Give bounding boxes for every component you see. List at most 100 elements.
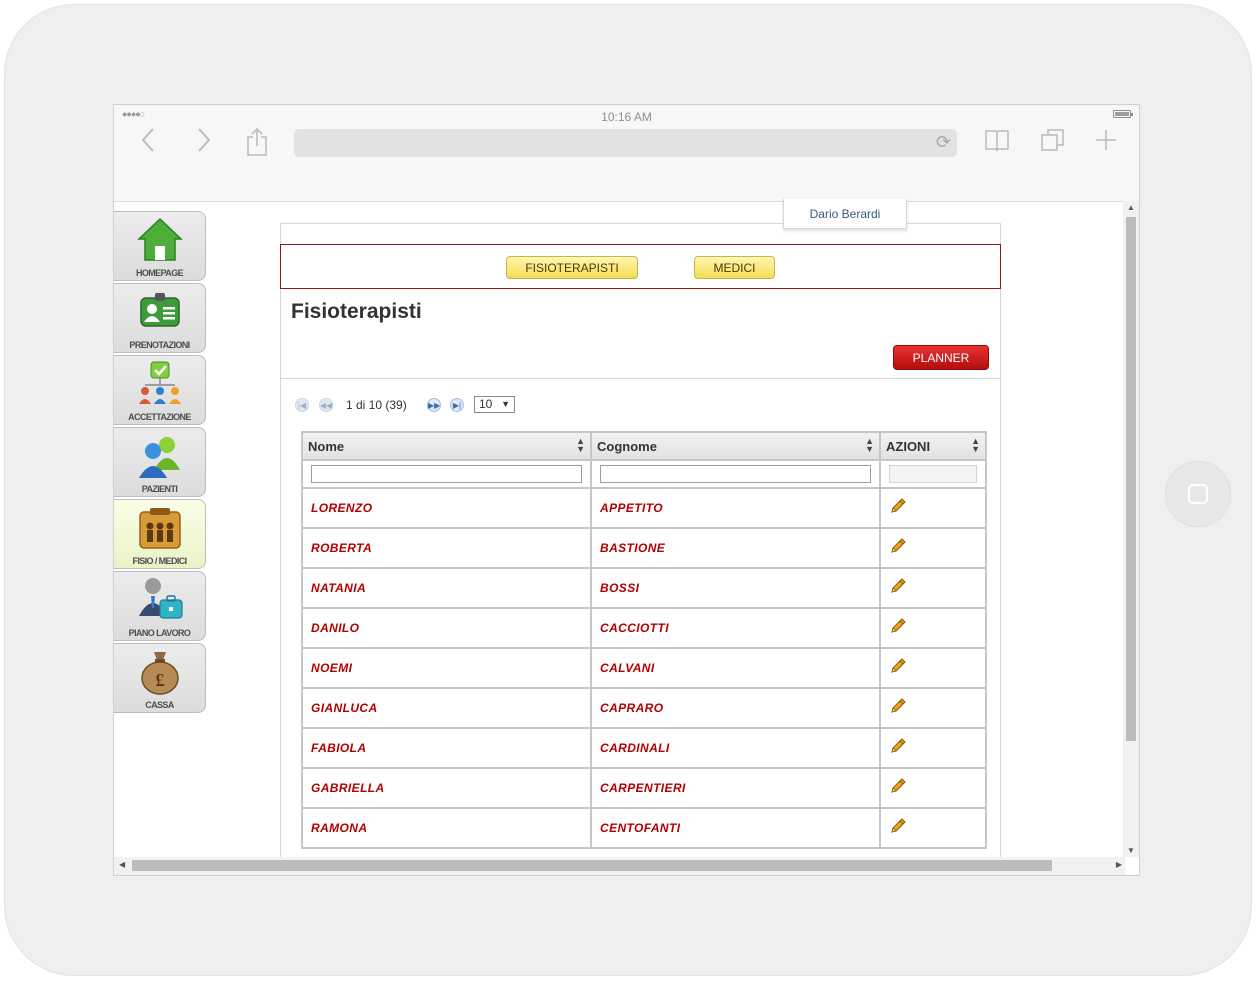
rows-per-page-value: 10 <box>479 397 493 411</box>
edit-pencil-icon[interactable] <box>889 657 907 679</box>
filter-cell <box>879 459 987 489</box>
cell-nome: FABIOLA <box>301 727 592 769</box>
last-page-icon[interactable]: ▶| <box>450 398 464 412</box>
first-page-icon[interactable]: |◀ <box>295 398 309 412</box>
cell-azioni <box>879 807 987 849</box>
home-button[interactable] <box>1165 461 1231 527</box>
column-header-azioni[interactable]: AZIONI ▲ ▼ <box>879 431 987 461</box>
tabs-button[interactable] <box>1040 127 1066 160</box>
cell-nome: LORENZO <box>301 487 592 529</box>
section-tabs-bar: FISIOTERAPISTI MEDICI <box>280 244 1001 289</box>
divider <box>281 378 1000 379</box>
browser-screen: ●●●●○ 10:16 AM ⟳ HOMEPAGE PRENOTAZIONI A… <box>113 104 1140 876</box>
sidebar-item-fisio-medici[interactable]: FISIO / MEDICI <box>114 499 206 569</box>
cell-nome: NOEMI <box>301 647 592 689</box>
column-header-cognome[interactable]: Cognome ▲ ▼ <box>590 431 881 461</box>
sidebar-item-cassa[interactable]: £ CASSA <box>114 643 206 713</box>
sort-icon[interactable]: ▲ ▼ <box>865 437 874 454</box>
scroll-up-icon[interactable]: ▲ <box>1127 203 1135 212</box>
back-button[interactable] <box>140 127 156 160</box>
reload-icon[interactable]: ⟳ <box>936 132 951 153</box>
table-row[interactable]: GIANLUCA CAPRARO <box>301 687 987 729</box>
cell-cognome: BASTIONE <box>590 527 881 569</box>
rows-per-page-select[interactable]: 10 ▼ <box>474 396 515 413</box>
cell-azioni <box>879 527 987 569</box>
forward-button[interactable] <box>196 127 212 160</box>
sidebar-item-accettazione[interactable]: ACCETTAZIONE <box>114 355 206 425</box>
org-chart-icon <box>138 361 181 404</box>
tab-medici[interactable]: MEDICI <box>694 256 775 279</box>
cell-nome: ROBERTA <box>301 527 592 569</box>
vertical-scrollbar[interactable]: ▲ ▼ <box>1123 201 1139 857</box>
edit-pencil-icon[interactable] <box>889 777 907 799</box>
edit-pencil-icon[interactable] <box>889 697 907 719</box>
table-row[interactable]: FABIOLA CARDINALI <box>301 727 987 769</box>
edit-pencil-icon[interactable] <box>889 497 907 519</box>
table-row[interactable]: NOEMI CALVANI <box>301 647 987 689</box>
scroll-down-icon[interactable]: ▼ <box>1127 846 1135 855</box>
next-page-icon[interactable]: ▶▶ <box>427 398 441 412</box>
edit-pencil-icon[interactable] <box>889 537 907 559</box>
cell-azioni <box>879 647 987 689</box>
new-tab-button[interactable] <box>1094 127 1118 160</box>
planner-button[interactable]: PLANNER <box>893 345 989 370</box>
column-header-nome[interactable]: Nome ▲ ▼ <box>301 431 592 461</box>
page-title: Fisioterapisti <box>291 300 422 323</box>
horizontal-scroll-thumb[interactable] <box>132 860 1052 871</box>
status-time: 10:16 AM <box>601 110 652 124</box>
fisioterapisti-table: Nome ▲ ▼ Cognome ▲ ▼ AZIONI ▲ ▼ LORENZO APPETIT… <box>301 431 987 849</box>
horizontal-scrollbar[interactable]: ◀ ▶ <box>114 857 1125 875</box>
user-menu[interactable]: Dario Berardi <box>783 199 907 229</box>
prev-page-icon[interactable]: ◀◀ <box>319 398 333 412</box>
table-row[interactable]: ROBERTA BASTIONE <box>301 527 987 569</box>
home-button-icon <box>1188 484 1208 504</box>
cell-azioni <box>879 727 987 769</box>
plus-icon <box>1096 130 1116 150</box>
filter-cell <box>301 459 592 489</box>
sidebar-item-homepage[interactable]: HOMEPAGE <box>114 211 206 281</box>
sort-icon[interactable]: ▲ ▼ <box>971 437 980 454</box>
sidebar-item-pazienti[interactable]: PAZIENTI <box>114 427 206 497</box>
scroll-right-icon[interactable]: ▶ <box>1116 860 1122 869</box>
tab-fisioterapisti[interactable]: FISIOTERAPISTI <box>506 256 638 279</box>
cell-nome: RAMONA <box>301 807 592 849</box>
vertical-scroll-thumb[interactable] <box>1126 217 1136 741</box>
share-button[interactable] <box>246 127 268 164</box>
filter-cognome-input[interactable] <box>600 465 871 483</box>
cell-nome: DANILO <box>301 607 592 649</box>
column-header-label: Cognome <box>597 438 657 454</box>
battery-icon <box>1113 110 1133 118</box>
sidebar-item-prenotazioni[interactable]: PRENOTAZIONI <box>114 283 206 353</box>
table-row[interactable]: GABRIELLA CARPENTIERI <box>301 767 987 809</box>
sidebar-item-label: PRENOTAZIONI <box>129 340 190 350</box>
cell-cognome: CACCIOTTI <box>590 607 881 649</box>
table-row[interactable]: RAMONA CENTOFANTI <box>301 807 987 849</box>
svg-text:£: £ <box>155 670 164 690</box>
sidebar-item-label: HOMEPAGE <box>135 268 184 278</box>
cell-azioni <box>879 487 987 529</box>
table-row[interactable]: LORENZO APPETITO <box>301 487 987 529</box>
sort-icon[interactable]: ▲ ▼ <box>576 437 585 454</box>
sidebar-item-label: FISIO / MEDICI <box>132 556 187 566</box>
column-header-label: Nome <box>308 438 345 454</box>
cell-cognome: APPETITO <box>590 487 881 529</box>
cell-cognome: CARDINALI <box>590 727 881 769</box>
chevron-left-icon <box>141 128 154 152</box>
edit-pencil-icon[interactable] <box>889 817 907 839</box>
table-row[interactable]: NATANIA BOSSI <box>301 567 987 609</box>
sidebar-item-label: PAZIENTI <box>141 484 178 494</box>
address-bar[interactable]: ⟳ <box>294 129 957 157</box>
filter-nome-input[interactable] <box>311 465 582 483</box>
chevron-right-icon <box>198 128 211 152</box>
id-card-icon <box>139 293 180 327</box>
filter-azioni-input <box>889 465 977 483</box>
sidebar-item-piano-lavoro[interactable]: PIANO LAVORO <box>114 571 206 641</box>
edit-pencil-icon[interactable] <box>889 737 907 759</box>
cell-cognome: CARPENTIERI <box>590 767 881 809</box>
scroll-left-icon[interactable]: ◀ <box>119 860 125 869</box>
cell-azioni <box>879 767 987 809</box>
edit-pencil-icon[interactable] <box>889 617 907 639</box>
bookmarks-button[interactable] <box>984 127 1010 160</box>
table-row[interactable]: DANILO CACCIOTTI <box>301 607 987 649</box>
edit-pencil-icon[interactable] <box>889 577 907 599</box>
